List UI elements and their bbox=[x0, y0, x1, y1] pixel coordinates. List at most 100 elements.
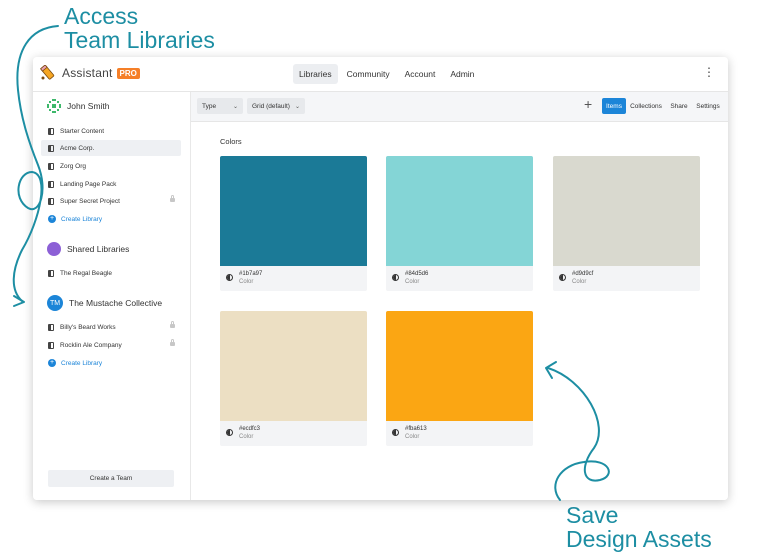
color-hex: #84d5d6 bbox=[405, 271, 429, 277]
annotation-line: Access bbox=[64, 3, 139, 29]
plus-circle-icon: + bbox=[48, 215, 56, 223]
team-shared-libraries[interactable]: Shared Libraries bbox=[47, 242, 129, 256]
library-item-billys-beard-works[interactable]: Billy's Beard Works bbox=[41, 319, 181, 335]
card-footer: #fba613 Color bbox=[386, 421, 533, 446]
color-swatch bbox=[220, 311, 367, 421]
library-item-super-secret-project[interactable]: Super Secret Project bbox=[41, 193, 181, 209]
create-library-label: Create Library bbox=[61, 215, 103, 223]
library-label: Super Secret Project bbox=[60, 197, 120, 205]
main-nav: Libraries Community Account Admin bbox=[293, 64, 483, 84]
contrast-icon bbox=[392, 429, 399, 436]
library-book-icon bbox=[48, 162, 54, 170]
library-item-zorg-org[interactable]: Zorg Org bbox=[41, 158, 181, 174]
contrast-icon bbox=[559, 274, 566, 281]
create-library-button[interactable]: + Create Library bbox=[48, 215, 102, 223]
color-card[interactable]: #84d5d6 Color bbox=[386, 156, 533, 291]
annotation-line: Design Assets bbox=[566, 526, 712, 552]
type-filter-dropdown[interactable]: Type ⌄ bbox=[197, 98, 243, 114]
library-label: Acme Corp. bbox=[60, 144, 95, 152]
team-john-smith[interactable]: John Smith bbox=[47, 99, 110, 113]
card-footer: #1b7a97 Color bbox=[220, 266, 367, 291]
add-icon[interactable]: + bbox=[584, 96, 592, 112]
contrast-icon bbox=[392, 274, 399, 281]
contrast-icon bbox=[226, 429, 233, 436]
library-book-icon bbox=[48, 127, 54, 135]
asset-type: Color bbox=[239, 434, 254, 440]
app-window: Assistant PRO Libraries Community Accoun… bbox=[33, 57, 728, 500]
team-mustache-collective[interactable]: TM The Mustache Collective bbox=[47, 295, 162, 311]
library-item-landing-page-pack[interactable]: Landing Page Pack bbox=[41, 176, 181, 192]
annotation-save-design-assets: Save Design Assets bbox=[566, 503, 712, 551]
sidebar: John Smith Starter Content Acme Corp. Zo… bbox=[33, 92, 191, 500]
card-footer: #d9d9cf Color bbox=[553, 266, 700, 291]
team-name: The Mustache Collective bbox=[69, 298, 163, 308]
annotation-line: Team Libraries bbox=[64, 27, 215, 53]
library-book-icon bbox=[48, 269, 54, 277]
asset-type: Color bbox=[239, 279, 254, 285]
team-avatar: TM bbox=[47, 295, 63, 311]
view-mode-label: Grid (default) bbox=[252, 102, 290, 110]
library-book-icon bbox=[48, 197, 54, 205]
library-label: Landing Page Pack bbox=[60, 180, 117, 188]
create-library-label: Create Library bbox=[61, 359, 103, 367]
content-area: Colors #1b7a97 Color #84d5d6 Color #d9d9… bbox=[191, 122, 728, 500]
nav-admin[interactable]: Admin bbox=[444, 64, 480, 84]
contrast-icon bbox=[226, 274, 233, 281]
type-filter-label: Type bbox=[202, 102, 217, 110]
color-swatch bbox=[220, 156, 367, 266]
library-item-acme-corp[interactable]: Acme Corp. bbox=[41, 140, 181, 156]
nav-account[interactable]: Account bbox=[399, 64, 442, 84]
color-card[interactable]: #d9d9cf Color bbox=[553, 156, 700, 291]
library-label: Zorg Org bbox=[60, 162, 87, 170]
shared-libraries-avatar-icon bbox=[47, 242, 61, 256]
library-label: Starter Content bbox=[60, 127, 105, 135]
chevron-down-icon: ⌄ bbox=[294, 103, 300, 110]
asset-type: Color bbox=[405, 434, 420, 440]
annotation-line: Save bbox=[566, 502, 619, 528]
library-item-rocklin-ale-company[interactable]: Rocklin Ale Company bbox=[41, 337, 181, 353]
toolbar: Type ⌄ Grid (default) ⌄ + Items Collecti… bbox=[191, 92, 728, 122]
lock-icon bbox=[170, 321, 175, 328]
nav-libraries[interactable]: Libraries bbox=[293, 64, 338, 84]
color-hex: #d9d9cf bbox=[572, 271, 594, 277]
card-footer: #84d5d6 Color bbox=[386, 266, 533, 291]
card-footer: #ecdfc3 Color bbox=[220, 421, 367, 446]
library-book-icon bbox=[48, 323, 54, 331]
color-hex: #ecdfc3 bbox=[239, 426, 261, 432]
color-hex: #fba613 bbox=[405, 426, 427, 432]
pencil-logo-icon bbox=[40, 65, 55, 80]
color-card[interactable]: #1b7a97 Color bbox=[220, 156, 367, 291]
library-item-starter-content[interactable]: Starter Content bbox=[41, 123, 181, 139]
tab-settings[interactable]: Settings bbox=[693, 98, 723, 114]
tab-items[interactable]: Items bbox=[602, 98, 626, 114]
color-swatch bbox=[386, 311, 533, 421]
more-menu-icon[interactable]: ⋮ bbox=[703, 66, 715, 78]
nav-community[interactable]: Community bbox=[341, 64, 396, 84]
library-label: Rocklin Ale Company bbox=[60, 341, 122, 349]
create-library-button[interactable]: + Create Library bbox=[48, 359, 102, 367]
team-name: Shared Libraries bbox=[67, 244, 130, 254]
color-swatch bbox=[386, 156, 533, 266]
library-label: The Regal Beagle bbox=[60, 269, 113, 277]
lock-icon bbox=[170, 339, 175, 346]
arrowhead-left bbox=[13, 295, 25, 307]
asset-type: Color bbox=[405, 279, 420, 285]
color-swatch bbox=[553, 156, 700, 266]
team-name: John Smith bbox=[67, 101, 110, 111]
library-book-icon bbox=[48, 144, 54, 152]
color-hex: #1b7a97 bbox=[239, 271, 263, 277]
plus-circle-icon: + bbox=[48, 359, 56, 367]
tab-collections[interactable]: Collections bbox=[627, 98, 665, 114]
library-item-regal-beagle[interactable]: The Regal Beagle bbox=[41, 265, 181, 281]
library-book-icon bbox=[48, 180, 54, 188]
view-mode-dropdown[interactable]: Grid (default) ⌄ bbox=[247, 98, 305, 114]
color-card[interactable]: #ecdfc3 Color bbox=[220, 311, 367, 446]
color-card[interactable]: #fba613 Color bbox=[386, 311, 533, 446]
top-bar: Assistant PRO Libraries Community Accoun… bbox=[33, 57, 728, 92]
asset-type: Color bbox=[572, 279, 587, 285]
chevron-down-icon: ⌄ bbox=[232, 103, 238, 110]
create-team-button[interactable]: Create a Team bbox=[48, 470, 174, 487]
app-name: Assistant bbox=[62, 66, 113, 80]
brand[interactable]: Assistant PRO bbox=[40, 65, 140, 81]
tab-share[interactable]: Share bbox=[667, 98, 691, 114]
